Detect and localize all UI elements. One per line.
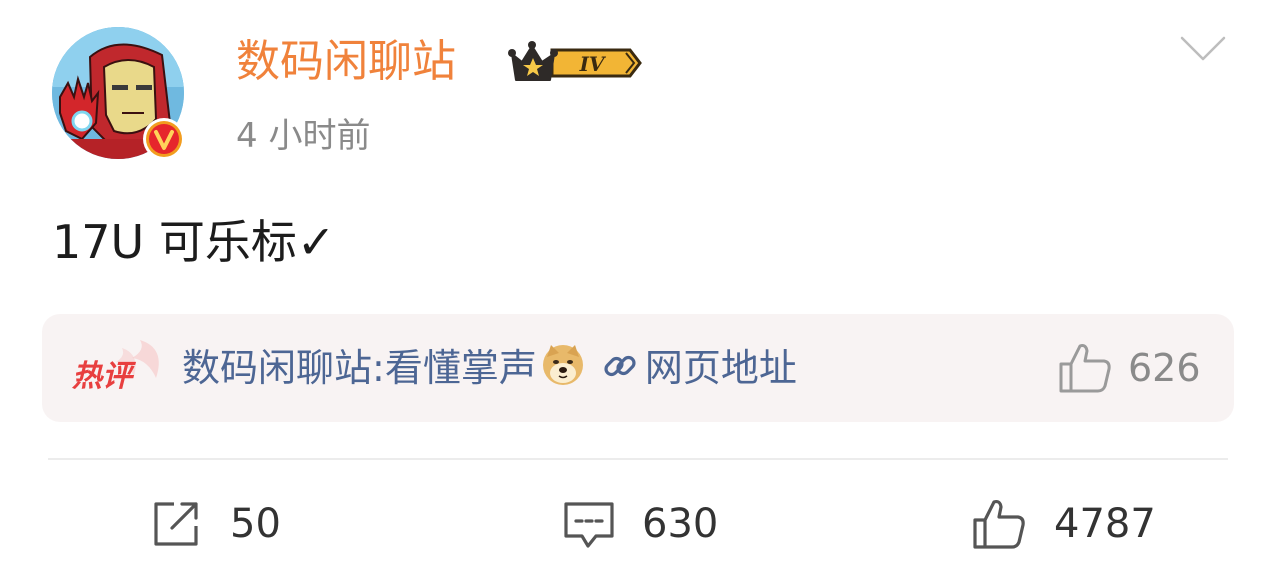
hot-comment-text: 数码闲聊站:看懂掌声 网页地址 <box>182 342 797 394</box>
doge-emoji-icon <box>542 345 583 385</box>
hot-comment-body: 看懂掌声 <box>384 346 537 390</box>
chevron-down-icon[interactable] <box>1180 36 1226 62</box>
vip-crown-badge[interactable]: IV <box>508 40 644 86</box>
post-timestamp: 4 小时前 <box>236 116 371 156</box>
hot-comment-card[interactable]: 热评 数码闲聊站:看懂掌声 网页地址 626 <box>42 314 1234 422</box>
hot-comment-author[interactable]: 数码闲聊站 <box>182 346 372 390</box>
post-content: 17U 可乐标✓ <box>52 215 336 269</box>
hot-comment-like-count: 626 <box>1128 346 1201 390</box>
hot-comment-link[interactable]: 网页地址 <box>645 346 797 390</box>
thumbs-up-icon <box>1059 344 1111 393</box>
divider <box>48 458 1228 460</box>
link-icon <box>604 355 636 377</box>
share-count: 50 <box>230 501 281 547</box>
author-name[interactable]: 数码闲聊站 <box>236 32 456 92</box>
thumbs-up-icon <box>973 499 1025 549</box>
hot-comment-separator: : <box>372 346 385 390</box>
author-avatar[interactable] <box>52 27 185 160</box>
like-count: 4787 <box>1054 501 1156 547</box>
vip-level-label: IV <box>579 52 607 76</box>
hot-tag-label: 热评 <box>71 359 137 394</box>
comment-icon <box>564 502 614 548</box>
verified-badge-icon <box>143 118 185 160</box>
comment-count: 630 <box>642 501 719 547</box>
hot-comment-tag: 热评 <box>71 340 159 394</box>
share-icon <box>154 502 198 546</box>
